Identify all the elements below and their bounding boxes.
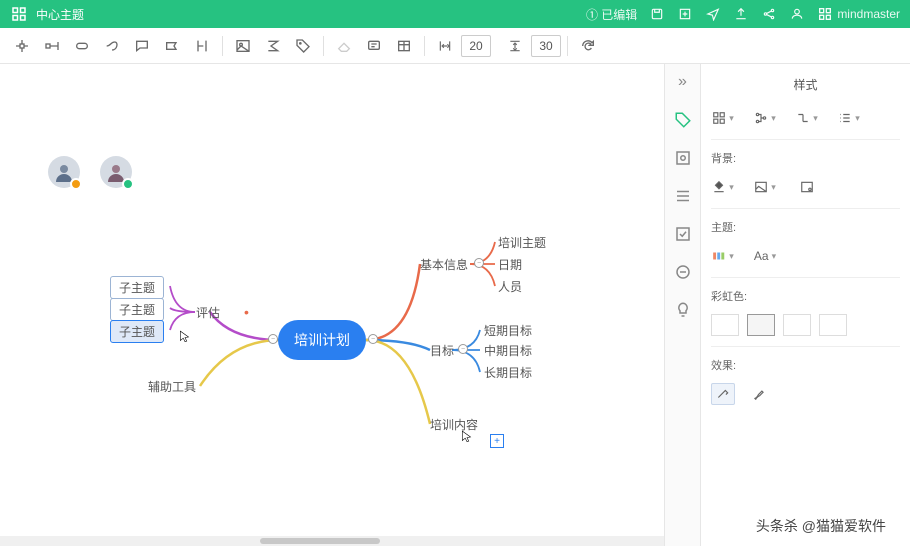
theme-label: 主题: — [711, 219, 900, 235]
user-icon[interactable] — [789, 6, 805, 22]
rainbow-swatch-2[interactable] — [747, 314, 775, 336]
collaborator-avatar-2[interactable] — [100, 156, 132, 188]
branch-style-dropdown[interactable] — [753, 107, 777, 129]
tag-icon[interactable] — [289, 32, 317, 60]
bg-color-dropdown[interactable] — [711, 176, 735, 198]
rainbow-swatch-1[interactable] — [711, 314, 739, 336]
subtopic-2[interactable]: 子主题 — [110, 298, 164, 321]
leaf-goal3[interactable]: 长期目标 — [484, 364, 532, 381]
separator — [323, 36, 324, 56]
font-dropdown[interactable]: Aa — [753, 245, 777, 267]
app-logo-icon — [10, 5, 28, 23]
relation-icon[interactable] — [98, 32, 126, 60]
cursor-icon — [178, 328, 192, 346]
h-scrollbar[interactable] — [0, 536, 664, 546]
separator — [424, 36, 425, 56]
separator — [567, 36, 568, 56]
expand-handle[interactable]: − — [368, 334, 378, 344]
expand-handle[interactable]: − — [268, 334, 278, 344]
style-panel-icon[interactable] — [673, 110, 693, 130]
leaf-basic1[interactable]: 培训主题 — [498, 234, 546, 251]
branch-basic[interactable]: 基本信息 — [420, 256, 468, 273]
send-icon[interactable] — [705, 6, 721, 22]
comment-icon[interactable] — [128, 32, 156, 60]
vspacing-input[interactable] — [531, 35, 561, 57]
status-badge — [70, 178, 82, 190]
vspacing-icon[interactable] — [501, 32, 529, 60]
rainbow-swatch-3[interactable] — [783, 314, 811, 336]
expand-handle[interactable]: − — [474, 258, 484, 268]
effect-hand-drawn[interactable] — [711, 383, 735, 405]
refresh-icon[interactable] — [574, 32, 602, 60]
branch-content[interactable]: 培训内容 — [430, 416, 478, 433]
leaf-goal1[interactable]: 短期目标 — [484, 322, 532, 339]
bg-label: 背景: — [711, 150, 900, 166]
center-node[interactable]: 培训计划 — [278, 320, 366, 360]
connectors — [0, 64, 664, 546]
image-icon[interactable] — [229, 32, 257, 60]
titlebar: 中心主题 ① 已编辑 mindmaster — [0, 0, 910, 28]
table-icon[interactable] — [390, 32, 418, 60]
marker-dot: • — [244, 304, 249, 320]
clipart-panel-icon[interactable] — [673, 262, 693, 282]
leaf-basic3[interactable]: 人员 — [498, 278, 522, 295]
separator — [222, 36, 223, 56]
subtopic-3-selected[interactable]: 子主题 — [110, 320, 164, 343]
hspacing-icon[interactable] — [431, 32, 459, 60]
properties-panel: 样式 背景: 主题: Aa 彩虹色: 效果: — [700, 64, 910, 546]
topic-icon[interactable] — [68, 32, 96, 60]
rainbow-swatch-4[interactable] — [819, 314, 847, 336]
add-child-button[interactable]: + — [490, 434, 504, 448]
collaborator-avatar-1[interactable] — [48, 156, 80, 188]
leaf-goal2[interactable]: 中期目标 — [484, 342, 532, 359]
document-title[interactable]: 中心主题 — [36, 6, 586, 23]
outline-panel-icon[interactable] — [673, 186, 693, 206]
icons-panel-icon[interactable] — [673, 224, 693, 244]
leaf-basic2[interactable]: 日期 — [498, 256, 522, 273]
export-icon[interactable] — [677, 6, 693, 22]
formula-icon[interactable] — [259, 32, 287, 60]
subtopic-1[interactable]: 子主题 — [110, 276, 164, 299]
collapse-panel-icon[interactable]: » — [673, 72, 693, 92]
brand-label: mindmaster — [817, 6, 900, 22]
effect-label: 效果: — [711, 357, 900, 373]
rainbow-label: 彩虹色: — [711, 288, 900, 304]
bg-image-dropdown[interactable] — [753, 176, 777, 198]
upload-icon[interactable] — [733, 6, 749, 22]
scroll-thumb[interactable] — [260, 538, 380, 544]
numbering-dropdown[interactable] — [837, 107, 861, 129]
panel-title: 样式 — [711, 72, 900, 103]
layout-type-dropdown[interactable] — [711, 107, 735, 129]
branch-evaluate[interactable]: 评估 — [196, 304, 220, 321]
bg-watermark-button[interactable] — [795, 176, 819, 198]
effect-brush[interactable] — [747, 383, 771, 405]
layout-right-icon[interactable] — [38, 32, 66, 60]
idea-panel-icon[interactable] — [673, 300, 693, 320]
expand-handle[interactable]: − — [458, 344, 468, 354]
toolbar — [0, 28, 910, 64]
connector-style-dropdown[interactable] — [795, 107, 819, 129]
share-icon[interactable] — [761, 6, 777, 22]
summary-icon[interactable] — [188, 32, 216, 60]
callout-icon[interactable] — [158, 32, 186, 60]
branch-goal[interactable]: 目标 — [430, 342, 454, 359]
side-icon-bar: » — [664, 64, 700, 546]
save-icon[interactable] — [649, 6, 665, 22]
theme-panel-icon[interactable] — [673, 148, 693, 168]
saved-status: ① 已编辑 — [586, 6, 637, 23]
layout-balanced-icon[interactable] — [8, 32, 36, 60]
note-icon[interactable] — [360, 32, 388, 60]
hspacing-input[interactable] — [461, 35, 491, 57]
eraser-icon[interactable] — [330, 32, 358, 60]
branch-aux[interactable]: 辅助工具 — [148, 378, 196, 395]
watermark-caption: 头条杀 @猫猫爱软件 — [750, 514, 892, 538]
status-badge — [122, 178, 134, 190]
theme-color-dropdown[interactable] — [711, 245, 735, 267]
mindmap-canvas[interactable]: 培训计划 − − 评估 • 子主题 子主题 子主题 辅助工具 基本信息 − 培训… — [0, 64, 664, 546]
